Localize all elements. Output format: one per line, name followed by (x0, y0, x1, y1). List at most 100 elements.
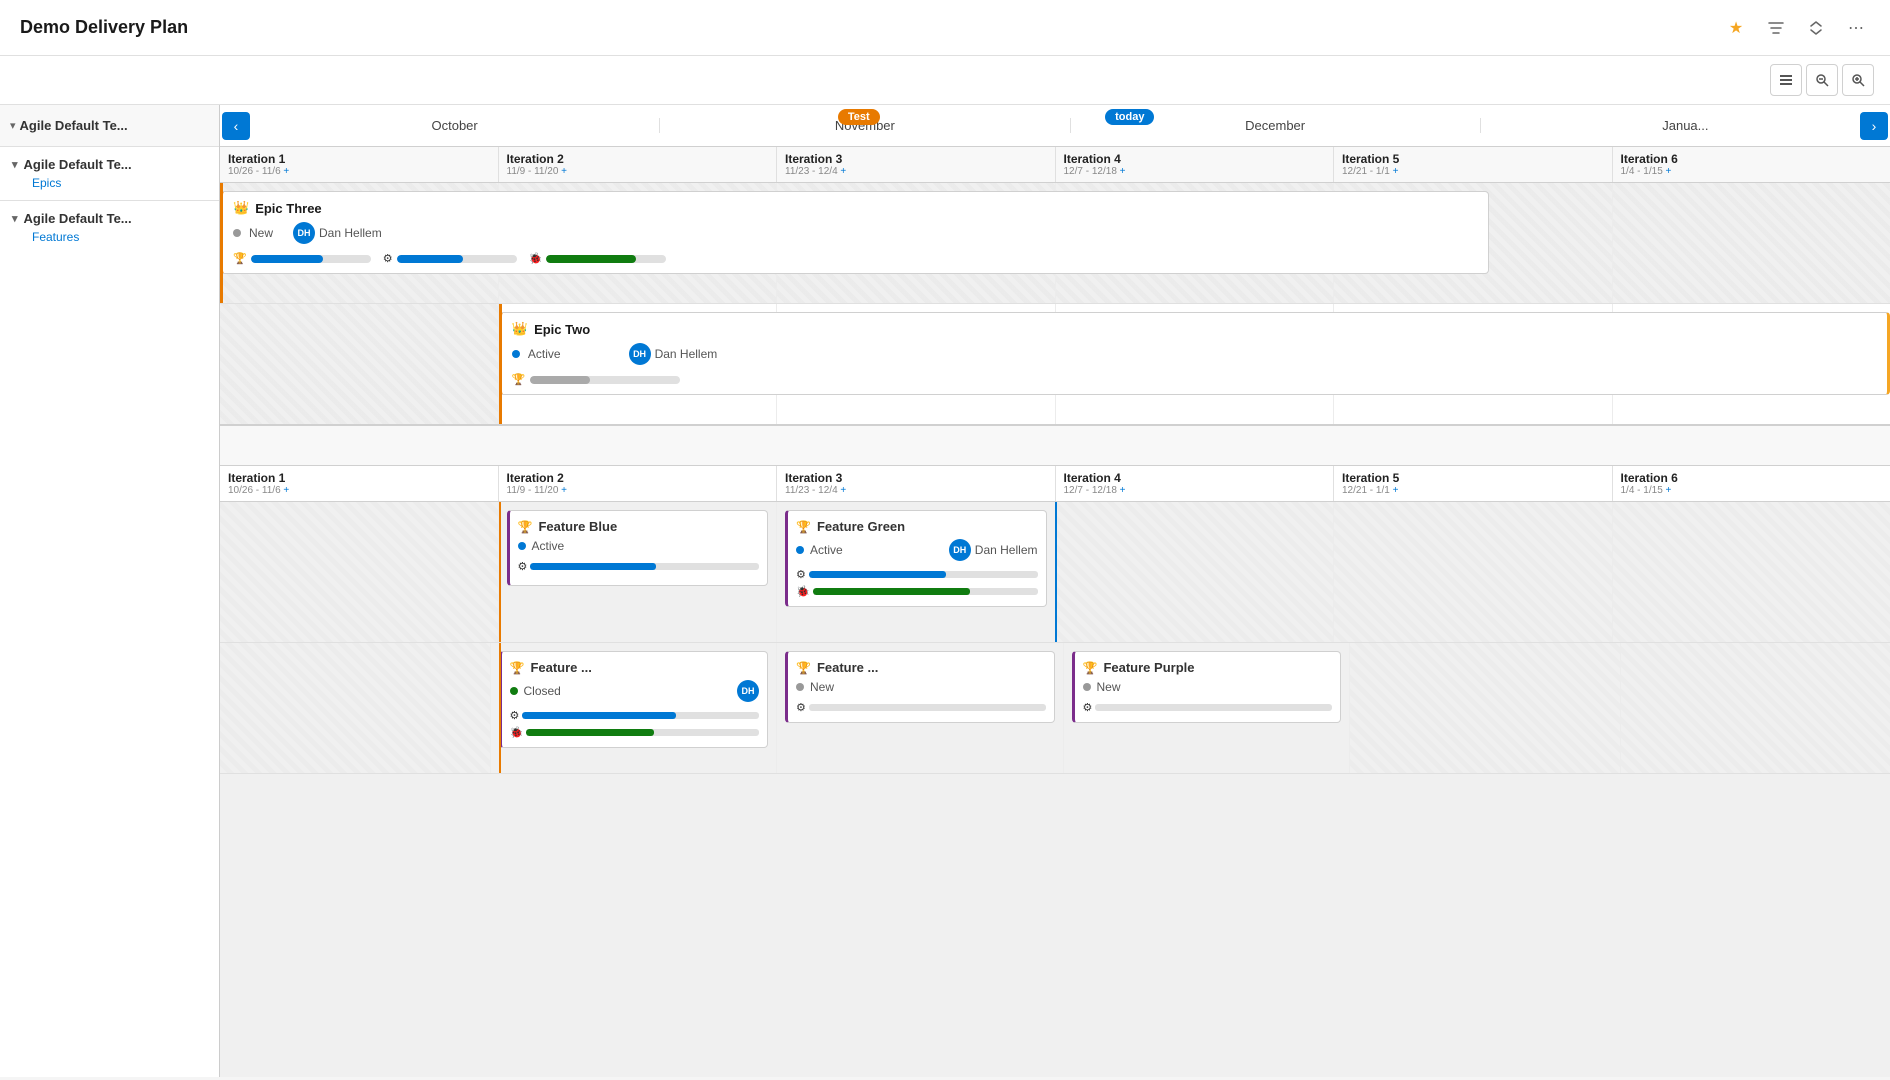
feature-green-status-row: Active DH Dan Hellem (796, 539, 1038, 561)
nav-right-button[interactable]: › (1860, 112, 1888, 140)
iter4-s2-add[interactable]: + (1120, 485, 1126, 496)
feature-green-bar1 (809, 571, 946, 578)
iter5-s2-dates: 12/21 - 1/1 + (1342, 485, 1604, 496)
feature-closed-bar1-row: ⚙ (510, 709, 760, 722)
epic-three-status-row: New DH Dan Hellem (233, 222, 1478, 244)
nav-left-container: ‹ (220, 105, 250, 146)
sidebar: ▾ Agile Default Te... ▾ Agile Default Te… (0, 105, 220, 1077)
iter6-s2-add[interactable]: + (1666, 485, 1672, 496)
zoom-out-button[interactable] (1806, 64, 1838, 96)
feature-closed-card[interactable]: 🏆 Feature ... Closed DH ⚙ (499, 651, 769, 748)
epic-three-bar2-bg (397, 255, 517, 263)
iter3-s1-name: Iteration 3 (785, 152, 1047, 166)
features-row2-col6 (1621, 643, 1890, 773)
features-row1: 🏆 Feature Blue Active ⚙ (220, 502, 1890, 643)
feature-green-title: Feature Green (817, 519, 905, 534)
epic-three-bar1-bg (251, 255, 371, 263)
features-row2-col2: 🏆 Feature ... Closed DH ⚙ (491, 643, 778, 773)
feature-purple-bar1-row: ⚙ (1083, 701, 1333, 714)
feature-purple-bar1-bg (1095, 704, 1332, 711)
iter1-s1: Iteration 1 10/26 - 11/6 + (220, 147, 499, 182)
epic-three-left-line (220, 183, 223, 303)
section2-iter-row: Iteration 1 10/26 - 11/6 + Iteration 2 1… (220, 466, 1890, 502)
more-icon[interactable]: ⋯ (1842, 14, 1870, 42)
feature-closed-trophy-icon: 🏆 (510, 661, 525, 675)
feature-green-status: Active (810, 543, 843, 557)
feature-row1-orange-line (499, 502, 501, 642)
iter6-s1-add[interactable]: + (1666, 166, 1672, 177)
iter5-s1-name: Iteration 5 (1342, 152, 1604, 166)
iter3-s2-name: Iteration 3 (785, 471, 1047, 485)
teams-collapse-icon[interactable]: ▾ (10, 119, 16, 132)
iter2-s1-name: Iteration 2 (507, 152, 769, 166)
epic-three-avatar: DH (293, 222, 315, 244)
features-col3-row1: 🏆 Feature Green Active DH Dan Hellem (777, 502, 1056, 642)
feature-blue-trophy-icon: 🏆 (518, 520, 533, 534)
iter2-s1-add[interactable]: + (561, 166, 567, 177)
section1-team-row: ▾ Agile Default Te... (12, 157, 207, 172)
iter2-s2: Iteration 2 11/9 - 11/20 + (499, 466, 778, 501)
timeline-area: ‹ Test today October November December J… (220, 105, 1890, 1077)
feature-closed-bar2-bg (526, 729, 759, 736)
iter3-s2-add[interactable]: + (840, 485, 846, 496)
iter4-s2-name: Iteration 4 (1064, 471, 1326, 485)
section2-team-row: ▾ Agile Default Te... (12, 211, 207, 226)
epic-three-bar3 (546, 255, 636, 263)
iter4-s2: Iteration 4 12/7 - 12/18 + (1056, 466, 1335, 501)
feature-blue-bar1 (530, 563, 656, 570)
iter3-s1-add[interactable]: + (840, 166, 846, 177)
section1-backlog-link[interactable]: Epics (12, 176, 207, 190)
feature-blue-bar1-bg (530, 563, 759, 570)
epic-three-card[interactable]: 👑 Epic Three New DH Dan Hellem 🏆 (220, 191, 1489, 274)
feature-green-bug-icon: 🐞 (796, 585, 810, 598)
epic-two-card[interactable]: 👑 Epic Two Active DH Dan Hellem 🏆 (499, 312, 1890, 395)
feature-new-card[interactable]: 🏆 Feature ... New ⚙ (785, 651, 1055, 723)
features-col2-row1: 🏆 Feature Blue Active ⚙ (499, 502, 778, 642)
trophy-icon-1: 🏆 (233, 252, 247, 265)
iter4-s1-dates: 12/7 - 12/18 + (1064, 166, 1326, 177)
today-chip: today (1105, 109, 1154, 125)
iter5-s2-add[interactable]: + (1393, 485, 1399, 496)
iter6-s1: Iteration 6 1/4 - 1/15 + (1613, 147, 1890, 182)
iter4-s1-add[interactable]: + (1120, 166, 1126, 177)
features-row2-col3: 🏆 Feature ... New ⚙ (777, 643, 1064, 773)
iter1-s2-add[interactable]: + (283, 485, 289, 496)
months-bar: ‹ Test today October November December J… (220, 105, 1890, 147)
section2-collapse-icon[interactable]: ▾ (12, 212, 18, 225)
feature-green-card[interactable]: 🏆 Feature Green Active DH Dan Hellem (785, 510, 1047, 607)
section1-header-row: Iteration 1 10/26 - 11/6 + Iteration 2 1… (220, 147, 1890, 183)
iter6-s2: Iteration 6 1/4 - 1/15 + (1613, 466, 1890, 501)
toolbar (0, 56, 1890, 105)
epic-three-bars: 🏆 ⚙ 🐞 (233, 252, 1478, 265)
feature-closed-bar1-bg (522, 712, 759, 719)
iter1-s2-name: Iteration 1 (228, 471, 490, 485)
nav-left-button[interactable]: ‹ (222, 112, 250, 140)
app-title: Demo Delivery Plan (20, 17, 188, 38)
section1-collapse-icon[interactable]: ▾ (12, 158, 18, 171)
iter5-s1-add[interactable]: + (1393, 166, 1399, 177)
feature-closed-task-icon: ⚙ (510, 709, 520, 722)
epic-three-assignee: DH Dan Hellem (293, 222, 382, 244)
epic-three-bar3-bg (546, 255, 666, 263)
zoom-in-button[interactable] (1842, 64, 1874, 96)
section2-backlog-link[interactable]: Features (12, 230, 207, 244)
star-icon[interactable]: ★ (1722, 14, 1750, 42)
feature-purple-title-row: 🏆 Feature Purple (1083, 660, 1333, 675)
features-col1 (220, 502, 499, 642)
collapse-icon[interactable] (1802, 14, 1830, 42)
iter2-s2-add[interactable]: + (561, 485, 567, 496)
epic-two-status-row: Active DH Dan Hellem (512, 343, 1877, 365)
list-view-button[interactable] (1770, 64, 1802, 96)
feature-closed-title-row: 🏆 Feature ... (510, 660, 760, 675)
epic-three-title-row: 👑 Epic Three (233, 200, 1478, 216)
header-actions: ★ ⋯ (1722, 14, 1870, 42)
feature-blue-card[interactable]: 🏆 Feature Blue Active ⚙ (507, 510, 769, 586)
app-header: Demo Delivery Plan ★ ⋯ (0, 0, 1890, 56)
feature-purple-card[interactable]: 🏆 Feature Purple New ⚙ (1072, 651, 1342, 723)
feature-new-title-row: 🏆 Feature ... (796, 660, 1046, 675)
feature-closed-status-dot (510, 687, 518, 695)
iter5-s2: Iteration 5 12/21 - 1/1 + (1334, 466, 1613, 501)
epic-three-row: 👑 Epic Three New DH Dan Hellem 🏆 (220, 183, 1890, 304)
iter1-s1-add[interactable]: + (283, 166, 289, 177)
filter-icon[interactable] (1762, 14, 1790, 42)
